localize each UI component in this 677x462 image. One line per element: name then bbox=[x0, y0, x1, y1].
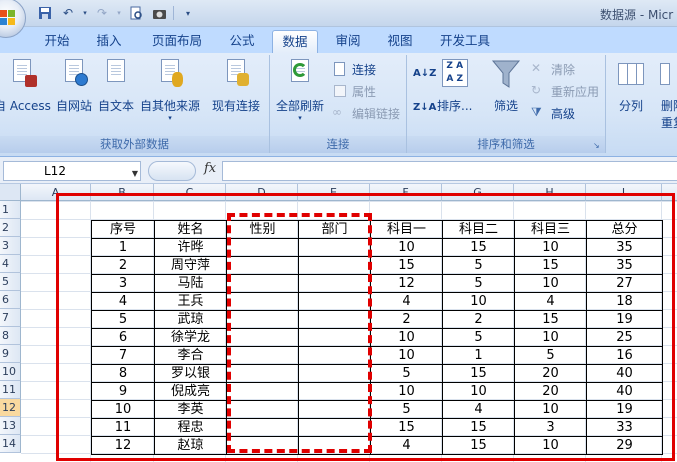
web-icon bbox=[59, 57, 89, 91]
text-file-icon bbox=[101, 57, 131, 91]
group-sort-filter: A↓Z Z↓A Z AA Z 排序... 筛选 ✕ 清除 ↻ 重新应用 ⧩ 高级 bbox=[407, 55, 606, 153]
from-other-sources-button[interactable]: 自其他来源 ▾ bbox=[140, 57, 200, 122]
text-to-columns-button[interactable]: 分列 bbox=[616, 57, 646, 114]
group-connections: 全部刷新 ▾ 连接 属性 ∞ 编辑链接 连接 bbox=[270, 55, 407, 153]
properties-icon bbox=[332, 83, 348, 99]
undo-icon[interactable]: ↶ bbox=[59, 4, 77, 22]
tab-view[interactable]: 视图 bbox=[380, 30, 420, 53]
row-header-14[interactable]: 14 bbox=[0, 435, 21, 453]
office-logo-icon bbox=[0, 10, 16, 26]
row-header-2[interactable]: 2 bbox=[0, 219, 21, 237]
properties-button[interactable]: 属性 bbox=[332, 81, 376, 101]
group-label: 获取外部数据 bbox=[0, 136, 269, 153]
advanced-button[interactable]: ⧩ 高级 bbox=[531, 103, 575, 123]
dropdown-arrow-icon[interactable]: ▾ bbox=[82, 4, 88, 22]
group-label: 连接 bbox=[270, 136, 406, 153]
advanced-filter-icon: ⧩ bbox=[531, 105, 542, 119]
existing-connections-icon bbox=[221, 57, 251, 91]
reapply-button[interactable]: ↻ 重新应用 bbox=[531, 81, 599, 101]
link-icon: ∞ bbox=[332, 105, 342, 119]
tab-developer[interactable]: 开发工具 bbox=[432, 30, 498, 53]
access-icon bbox=[7, 57, 38, 91]
tab-data[interactable]: 数据 bbox=[272, 30, 318, 53]
existing-connections-button[interactable]: 现有连接 bbox=[212, 57, 260, 114]
dropdown-arrow-icon[interactable]: ▼ bbox=[132, 165, 138, 183]
insert-function-icon[interactable]: fx bbox=[204, 161, 216, 176]
filter-icon bbox=[491, 57, 521, 91]
name-box[interactable]: L12 ▼ bbox=[3, 161, 141, 181]
from-web-button[interactable]: 自网站 bbox=[56, 57, 92, 114]
print-preview-icon[interactable] bbox=[127, 4, 145, 22]
dropdown-arrow-icon: ▾ bbox=[168, 114, 172, 122]
edit-links-button[interactable]: ∞ 编辑链接 bbox=[332, 103, 400, 123]
row-header-1[interactable]: 1 bbox=[0, 201, 21, 219]
formula-input[interactable] bbox=[222, 161, 677, 181]
quick-access-toolbar: ↶ ▾ ↷ ▾ ▾ bbox=[36, 4, 197, 22]
formula-bar: L12 ▼ fx bbox=[0, 157, 677, 184]
sort-descending-button[interactable]: Z↓A bbox=[413, 97, 436, 117]
worksheet[interactable]: ABCDEFGHI 1 2 3 4 5 6 7 8 9 10 11 12 13 14 序号 姓名 性别 部门 科目… bbox=[0, 184, 677, 462]
sort-ascending-icon: A↓Z bbox=[413, 67, 437, 79]
row-header-12[interactable]: 12 bbox=[0, 399, 21, 417]
dropdown-arrow-icon[interactable]: ▾ bbox=[116, 4, 122, 22]
tab-formulas[interactable]: 公式 bbox=[222, 30, 262, 53]
row-header-9[interactable]: 9 bbox=[0, 345, 21, 363]
remove-duplicates-icon bbox=[658, 57, 677, 91]
toolbar-separator bbox=[173, 6, 174, 20]
reapply-icon: ↻ bbox=[531, 83, 542, 97]
ribbon: 自 Access 自网站 自文本 自其他来源 ▾ 现有连接 获取外部数据 全部刷… bbox=[0, 53, 677, 157]
tab-page-layout[interactable]: 页面布局 bbox=[145, 30, 209, 53]
refresh-icon bbox=[285, 57, 315, 91]
other-sources-icon bbox=[155, 57, 185, 91]
row-header-11[interactable]: 11 bbox=[0, 381, 21, 399]
row-header-8[interactable]: 8 bbox=[0, 327, 21, 345]
connections-icon bbox=[332, 61, 348, 77]
camera-icon[interactable] bbox=[150, 4, 168, 22]
filter-button[interactable]: 筛选 bbox=[491, 57, 521, 114]
from-access-button[interactable]: 自 Access bbox=[0, 57, 51, 114]
group-data-tools: 分列 删除重复 bbox=[608, 55, 677, 153]
tab-home[interactable]: 开始 bbox=[36, 30, 78, 53]
text-to-columns-icon bbox=[616, 57, 646, 91]
tab-insert[interactable]: 插入 bbox=[88, 30, 130, 53]
tab-review[interactable]: 审阅 bbox=[328, 30, 368, 53]
formula-bar-handle[interactable] bbox=[148, 161, 196, 181]
customize-icon[interactable]: ▾ bbox=[179, 4, 197, 22]
title-bar: ↶ ▾ ↷ ▾ ▾ 数据源 - Micr bbox=[0, 0, 677, 38]
connections-button[interactable]: 连接 bbox=[332, 59, 376, 79]
row-header-5[interactable]: 5 bbox=[0, 273, 21, 291]
select-all-corner[interactable] bbox=[0, 184, 21, 201]
row-header-6[interactable]: 6 bbox=[0, 291, 21, 309]
sort-descending-icon: Z↓A bbox=[413, 101, 437, 113]
group-label: 排序和筛选 bbox=[407, 136, 605, 153]
annotation-dashed-box bbox=[227, 213, 372, 453]
redo-icon[interactable]: ↷ bbox=[93, 4, 111, 22]
sort-ascending-button[interactable]: A↓Z bbox=[413, 63, 436, 83]
row-header-10[interactable]: 10 bbox=[0, 363, 21, 381]
group-external-data: 自 Access 自网站 自文本 自其他来源 ▾ 现有连接 获取外部数据 bbox=[0, 55, 270, 153]
dropdown-arrow-icon: ▾ bbox=[298, 114, 302, 122]
row-header-7[interactable]: 7 bbox=[0, 309, 21, 327]
save-icon[interactable] bbox=[36, 4, 54, 22]
refresh-all-button[interactable]: 全部刷新 ▾ bbox=[276, 57, 324, 122]
sort-button[interactable]: Z AA Z 排序... bbox=[437, 57, 472, 114]
clear-filter-icon: ✕ bbox=[531, 61, 542, 75]
remove-duplicates-button[interactable]: 删除重复 bbox=[658, 57, 677, 131]
sort-icon: Z AA Z bbox=[440, 57, 470, 91]
from-text-button[interactable]: 自文本 bbox=[98, 57, 134, 114]
window-title: 数据源 - Micr bbox=[600, 8, 674, 22]
row-header-3[interactable]: 3 bbox=[0, 237, 21, 255]
clear-button[interactable]: ✕ 清除 bbox=[531, 59, 575, 79]
row-header-13[interactable]: 13 bbox=[0, 417, 21, 435]
ribbon-tabs: 开始 插入 页面布局 公式 数据 审阅 视图 开发工具 bbox=[0, 27, 677, 53]
row-header-4[interactable]: 4 bbox=[0, 255, 21, 273]
dialog-launcher-icon[interactable]: ↘ bbox=[593, 141, 603, 151]
